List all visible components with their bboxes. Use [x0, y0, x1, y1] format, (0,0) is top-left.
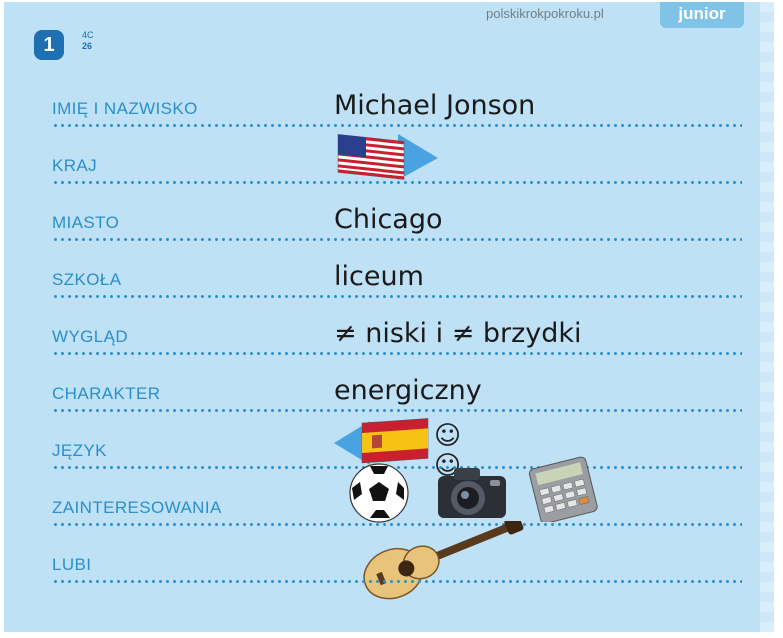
- row-city: MIASTO Chicago: [4, 184, 774, 241]
- football-icon: [349, 463, 409, 523]
- row-language: JĘZYK ☺☺: [4, 412, 774, 481]
- lesson-number-badge: 1: [34, 30, 64, 60]
- site-url[interactable]: polskikrokpokroku.pl: [486, 6, 604, 21]
- row-likes: LUBI: [4, 521, 774, 600]
- usa-flag-icon: [337, 134, 438, 180]
- label-appearance: WYGLĄD: [52, 327, 129, 346]
- guitar-icon: [363, 521, 524, 600]
- brand-tab: junior: [660, 2, 744, 28]
- spain-flag-icon: [334, 418, 429, 465]
- label-likes: LUBI: [52, 555, 92, 574]
- value-name: Michael Jonson: [334, 90, 536, 121]
- label-language: JĘZYK: [52, 441, 107, 460]
- page-code: 4C 26: [82, 30, 94, 52]
- label-school: SZKOŁA: [52, 270, 122, 289]
- row-school: SZKOŁA liceum: [4, 241, 774, 298]
- value-school: liceum: [334, 261, 424, 292]
- label-name: IMIĘ I NAZWISKO: [52, 99, 198, 118]
- row-name: IMIĘ I NAZWISKO Michael Jonson: [4, 70, 774, 127]
- label-country: KRAJ: [52, 156, 98, 175]
- calculator-icon: [528, 456, 598, 522]
- row-country: KRAJ: [4, 127, 774, 184]
- dotted-divider: [52, 580, 742, 583]
- page-code-bottom: 26: [82, 41, 93, 51]
- label-interests: ZAINTERESOWANIA: [52, 498, 222, 517]
- value-character: energiczny: [334, 375, 482, 406]
- camera-icon: [438, 468, 506, 518]
- label-character: CHARAKTER: [52, 384, 161, 403]
- row-appearance: WYGLĄD ≠ niski i ≠ brzydki: [4, 298, 774, 355]
- value-city: Chicago: [334, 204, 443, 235]
- value-appearance: ≠ niski i ≠ brzydki: [334, 318, 582, 349]
- row-interests: ZAINTERESOWANIA: [4, 456, 774, 526]
- label-city: MIASTO: [52, 213, 120, 232]
- page-code-top: 4C: [82, 30, 94, 40]
- row-character: CHARAKTER energiczny: [4, 355, 774, 412]
- profile-card: polskikrokpokroku.pl junior 1 4C 26 IMIĘ…: [4, 2, 774, 632]
